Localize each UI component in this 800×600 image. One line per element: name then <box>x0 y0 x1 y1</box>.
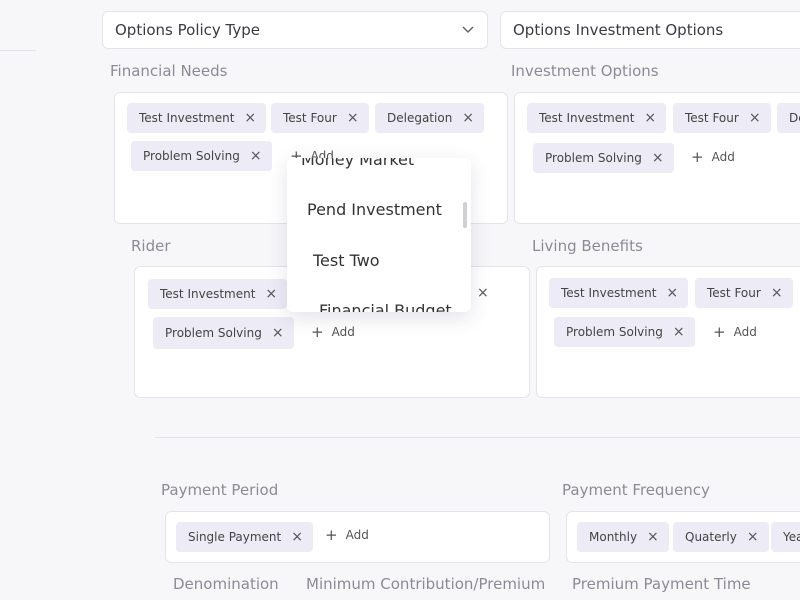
chip: Problem Solving × <box>554 317 695 347</box>
chip-label: Single Payment <box>188 530 282 544</box>
chip-label: Test Investment <box>539 111 635 125</box>
add-button[interactable]: + Add <box>713 317 757 347</box>
chip: Test Four × <box>271 103 369 133</box>
chip-label: Problem Solving <box>165 326 262 340</box>
dropdown-option[interactable]: Pend Investment <box>307 200 471 219</box>
chip: Test Investment × <box>148 279 288 309</box>
add-button[interactable]: + Add <box>311 317 355 347</box>
close-icon[interactable]: × <box>272 326 284 340</box>
chip: Problem Solving × <box>153 317 294 349</box>
chip-label: Problem Solving <box>566 325 663 339</box>
chip-label: Problem Solving <box>143 149 240 163</box>
investment-options-select[interactable]: Options Investment Options <box>500 11 800 49</box>
close-icon[interactable]: × <box>749 111 761 125</box>
chip: Problem Solving × <box>533 143 674 173</box>
premium-payment-time-label: Premium Payment Time <box>572 575 751 593</box>
section-divider <box>155 437 800 438</box>
chip-label: Problem Solving <box>545 151 642 165</box>
add-button[interactable]: + Add <box>325 520 369 550</box>
add-button-label: Add <box>331 325 355 339</box>
investment-options-card: Test Investment × Test Four × De Problem… <box>514 92 800 224</box>
close-icon[interactable]: × <box>477 285 489 301</box>
chip-label: Test Four <box>685 111 739 125</box>
chip-label: De <box>789 111 800 125</box>
chip: Monthly × <box>577 522 669 552</box>
payment-frequency-card: Monthly × Quaterly × Yea <box>566 511 800 563</box>
chip-label: Test Investment <box>139 111 235 125</box>
living-benefits-card: Test Investment × Test Four × Problem So… <box>536 266 800 398</box>
financial-needs-label: Financial Needs <box>110 62 228 80</box>
chip-label: Test Four <box>283 111 337 125</box>
add-button-label: Add <box>345 528 369 542</box>
chip: De <box>777 103 800 133</box>
close-icon[interactable]: × <box>771 286 783 300</box>
close-icon[interactable]: × <box>291 530 303 544</box>
close-icon[interactable]: × <box>747 530 759 544</box>
chip-label: Test Four <box>707 286 761 300</box>
chip-label: Yea <box>783 530 800 544</box>
close-icon[interactable]: × <box>347 111 359 125</box>
left-divider <box>0 50 36 51</box>
close-icon[interactable]: × <box>644 111 656 125</box>
chip-label: Quaterly <box>685 530 737 544</box>
close-icon[interactable]: × <box>666 286 678 300</box>
add-button[interactable]: + Add <box>691 142 735 172</box>
rider-label: Rider <box>131 237 171 255</box>
chip: Single Payment × <box>176 522 313 552</box>
chip-label: Test Investment <box>561 286 657 300</box>
add-button-label: Add <box>733 325 757 339</box>
dropdown-option[interactable]: Financial Budget <box>319 301 471 312</box>
chip: Quaterly × <box>673 522 769 552</box>
plus-icon: + <box>691 148 704 166</box>
min-contribution-label: Minimum Contribution/Premium <box>306 575 546 593</box>
options-dropdown-menu[interactable]: Money Market Pend Investment Test Two Fi… <box>287 158 471 312</box>
close-icon[interactable]: × <box>265 287 277 301</box>
plus-icon: + <box>311 323 324 341</box>
chip-label: Monthly <box>589 530 638 544</box>
close-icon[interactable]: × <box>673 325 685 339</box>
policy-type-select-value: Options Policy Type <box>115 21 261 39</box>
payment-period-card: Single Payment × + Add <box>165 511 550 563</box>
chip: Delegation × <box>375 103 485 133</box>
chip: Problem Solving × <box>131 141 272 171</box>
investment-options-label: Investment Options <box>511 62 659 80</box>
dropdown-option[interactable]: Test Two <box>313 251 471 270</box>
plus-icon: + <box>713 323 726 341</box>
policy-type-select[interactable]: Options Policy Type <box>102 11 488 49</box>
close-icon[interactable]: × <box>462 111 474 125</box>
close-icon[interactable]: × <box>244 111 256 125</box>
chip-label: Delegation <box>387 111 453 125</box>
chip: Test Investment × <box>549 278 689 308</box>
chip: Test Investment × <box>527 103 667 133</box>
chip: Test Four × <box>673 103 771 133</box>
payment-frequency-label: Payment Frequency <box>562 481 710 499</box>
chevron-down-icon <box>462 26 474 34</box>
chip: Test Four × <box>695 278 793 308</box>
plus-icon: + <box>325 526 338 544</box>
dropdown-option[interactable]: Money Market <box>301 158 471 169</box>
close-icon[interactable]: × <box>250 149 262 163</box>
chip-label: Test Investment <box>160 287 256 301</box>
close-icon[interactable]: × <box>652 151 664 165</box>
chip: Yea <box>771 522 800 552</box>
living-benefits-label: Living Benefits <box>532 237 643 255</box>
close-icon[interactable]: × <box>647 530 659 544</box>
chip: Test Investment × <box>127 103 267 133</box>
payment-period-label: Payment Period <box>161 481 279 499</box>
dropdown-scrollbar[interactable] <box>463 202 467 228</box>
add-button-label: Add <box>711 150 735 164</box>
denomination-label: Denomination <box>173 575 279 593</box>
investment-options-select-value: Options Investment Options <box>513 21 724 39</box>
